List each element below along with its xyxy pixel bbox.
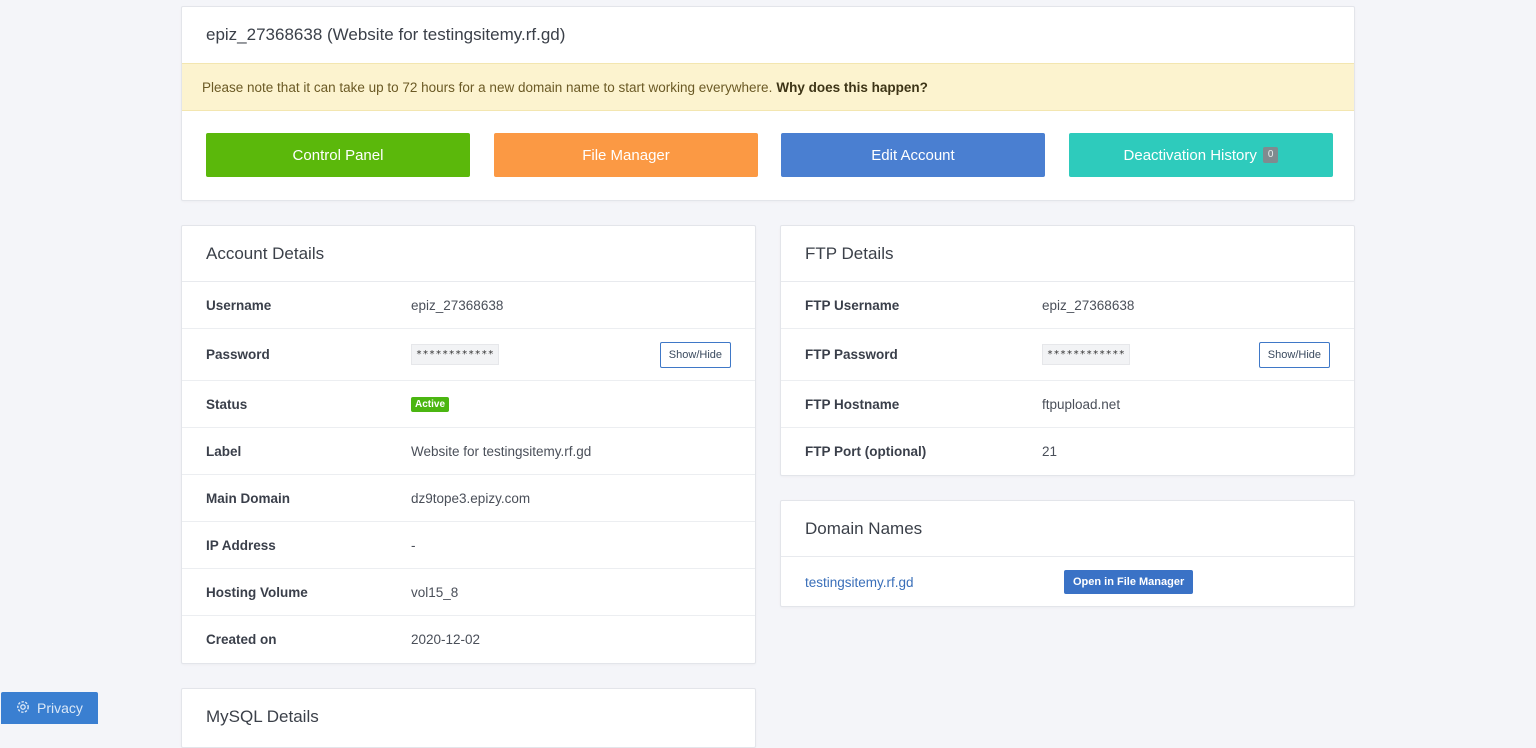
- ftp-row-port: FTP Port (optional) 21: [781, 428, 1354, 475]
- row-label: Hosting Volume: [206, 584, 308, 600]
- edit-account-label: Edit Account: [871, 146, 955, 164]
- domain-link[interactable]: testingsitemy.rf.gd: [805, 575, 1064, 590]
- account-overview-card: epiz_27368638 (Website for testingsitemy…: [181, 6, 1355, 201]
- ftp-details-title: FTP Details: [781, 226, 1354, 282]
- row-label: Password: [206, 347, 270, 362]
- mysql-details-card: MySQL Details: [181, 688, 756, 748]
- ftp-row-hostname: FTP Hostname ftpupload.net: [781, 381, 1354, 428]
- control-panel-label: Control Panel: [292, 146, 384, 164]
- domain-row: testingsitemy.rf.gd Open in File Manager: [781, 557, 1354, 606]
- domain-names-title: Domain Names: [781, 501, 1354, 557]
- open-in-file-manager-button[interactable]: Open in File Manager: [1064, 570, 1194, 594]
- account-row-label: Label Website for testingsitemy.rf.gd: [182, 428, 755, 475]
- file-manager-label: File Manager: [582, 146, 670, 164]
- privacy-label: Privacy: [37, 700, 83, 716]
- row-label: Created on: [206, 632, 277, 647]
- row-value: dz9tope3.epizy.com: [411, 490, 531, 506]
- account-row-status: Status Active: [182, 381, 755, 428]
- account-row-username: Username epiz_27368638: [182, 282, 755, 329]
- file-manager-button[interactable]: File Manager: [494, 133, 758, 177]
- control-panel-button[interactable]: Control Panel: [206, 133, 470, 177]
- privacy-button[interactable]: Privacy: [1, 692, 98, 724]
- deactivation-history-label: Deactivation History: [1123, 146, 1257, 164]
- row-label: Username: [206, 297, 272, 313]
- row-label: Label: [206, 443, 242, 459]
- row-label: Main Domain: [206, 490, 291, 506]
- status-badge: Active: [411, 396, 450, 412]
- row-value: ftpupload.net: [1042, 396, 1121, 412]
- mysql-details-title: MySQL Details: [206, 707, 319, 726]
- row-value: epiz_27368638: [411, 297, 504, 313]
- account-action-buttons: Control Panel File Manager Edit Account …: [206, 133, 1333, 177]
- account-title: epiz_27368638 (Website for testingsitemy…: [206, 25, 566, 44]
- row-value: Website for testingsitemy.rf.gd: [411, 443, 592, 459]
- row-label: FTP Port (optional): [805, 444, 927, 459]
- deactivation-count-badge: 0: [1262, 147, 1279, 163]
- row-label: FTP Password: [805, 347, 898, 362]
- notice-text: Please note that it can take up to 72 ho…: [202, 79, 773, 95]
- row-value: 21: [1042, 444, 1058, 459]
- account-row-hosting-volume: Hosting Volume vol15_8: [182, 569, 755, 616]
- ftp-row-password: FTP Password ************ Show/Hide: [781, 329, 1354, 381]
- ftp-password-masked-field: ************: [1042, 344, 1131, 365]
- row-label: IP Address: [206, 537, 276, 553]
- ftp-details-card: FTP Details FTP Username epiz_27368638 F…: [780, 225, 1355, 476]
- edit-account-button[interactable]: Edit Account: [781, 133, 1045, 177]
- account-row-password: Password ************ Show/Hide: [182, 329, 755, 381]
- account-details-title: Account Details: [182, 226, 755, 282]
- account-row-main-domain: Main Domain dz9tope3.epizy.com: [182, 475, 755, 522]
- account-row-ip-address: IP Address -: [182, 522, 755, 569]
- gear-icon: [15, 699, 31, 718]
- deactivation-history-button[interactable]: Deactivation History 0: [1069, 133, 1333, 177]
- row-label: FTP Username: [805, 297, 900, 313]
- account-details-card: Account Details Username epiz_27368638 P…: [181, 225, 756, 664]
- ftp-row-username: FTP Username epiz_27368638: [781, 282, 1354, 329]
- row-value: epiz_27368638: [1042, 297, 1135, 313]
- domain-names-card: Domain Names testingsitemy.rf.gd Open in…: [780, 500, 1355, 607]
- row-label: Status: [206, 396, 248, 412]
- row-value: vol15_8: [411, 584, 459, 600]
- domain-propagation-notice: Please note that it can take up to 72 ho…: [182, 63, 1354, 111]
- account-row-created-on: Created on 2020-12-02: [182, 616, 755, 663]
- notice-help-link[interactable]: Why does this happen?: [776, 80, 928, 95]
- row-label: FTP Hostname: [805, 396, 900, 412]
- row-value: 2020-12-02: [411, 632, 481, 647]
- row-value: -: [411, 537, 416, 553]
- ftp-password-show-hide-button[interactable]: Show/Hide: [1258, 341, 1330, 368]
- password-masked-field: ************: [411, 344, 500, 365]
- password-show-hide-button[interactable]: Show/Hide: [659, 341, 731, 368]
